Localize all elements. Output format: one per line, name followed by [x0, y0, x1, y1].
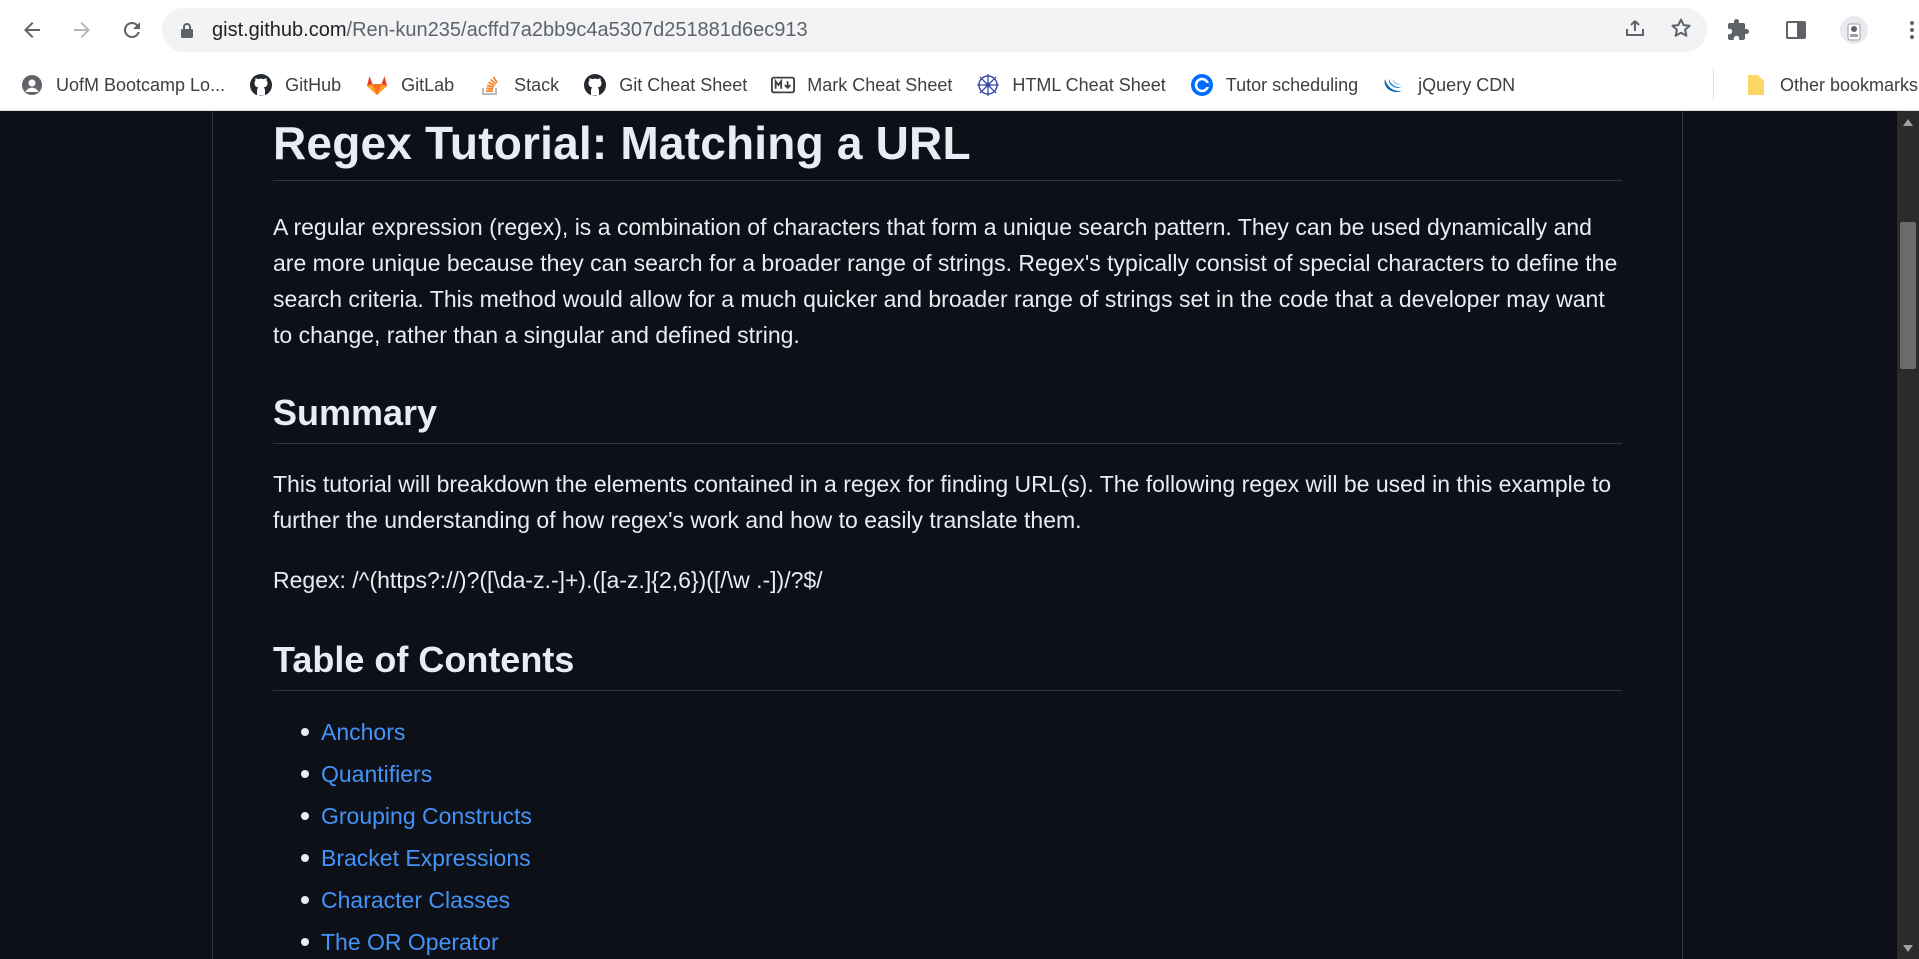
bookmark-label: jQuery CDN [1418, 74, 1516, 95]
toc-item: Character Classes [273, 885, 1622, 927]
avatar-icon [1840, 16, 1868, 44]
page-scrollbar[interactable] [1897, 111, 1919, 959]
address-bar[interactable]: gist.github.com/Ren-kun235/acffd7a2bb9c4… [162, 8, 1707, 52]
url-text[interactable]: gist.github.com/Ren-kun235/acffd7a2bb9c4… [212, 19, 808, 42]
bookmark-git-cheat-sheet[interactable]: Git Cheat Sheet [573, 67, 757, 103]
forward-button[interactable] [62, 10, 102, 50]
bookmark-mark-cheat-sheet[interactable]: Mark Cheat Sheet [761, 67, 962, 103]
back-button[interactable] [12, 10, 52, 50]
bookmark-label: GitLab [401, 74, 455, 95]
bookmark-github[interactable]: GitHub [239, 67, 351, 103]
toc-link-or-operator[interactable]: The OR Operator [321, 929, 499, 955]
toc-item: The OR Operator [273, 927, 1622, 959]
bookmark-star-icon[interactable] [1669, 16, 1693, 45]
side-panel-icon [1786, 21, 1806, 39]
stackoverflow-icon [478, 73, 502, 97]
bookmark-uofm-bootcamp[interactable]: UofM Bootcamp Lo... [10, 67, 235, 103]
summary-heading: Summary [273, 391, 1622, 444]
lock-icon [180, 22, 196, 38]
other-bookmarks-label: Other bookmarks [1780, 74, 1919, 95]
github-icon [583, 73, 607, 97]
calendly-icon [1190, 73, 1214, 97]
extensions-button[interactable] [1718, 10, 1758, 50]
bookmark-tutor-scheduling[interactable]: Tutor scheduling [1180, 67, 1368, 103]
folder-icon [1744, 73, 1768, 97]
browser-toolbar: gist.github.com/Ren-kun235/acffd7a2bb9c4… [0, 0, 1919, 60]
bookmark-label: Git Cheat Sheet [619, 74, 748, 95]
toc-item: Grouping Constructs [273, 801, 1622, 843]
toc-list: Anchors Quantifiers Grouping Constructs … [273, 717, 1622, 959]
toc-item: Anchors [273, 717, 1622, 759]
bookmark-label: GitHub [285, 74, 342, 95]
toc-link-grouping-constructs[interactable]: Grouping Constructs [321, 803, 532, 829]
page-viewport: Regex Tutorial: Matching a URL A regular… [0, 111, 1897, 959]
side-panel-button[interactable] [1776, 10, 1816, 50]
back-arrow-icon [24, 22, 40, 38]
bookmark-html-cheat-sheet[interactable]: HTML Cheat Sheet [966, 67, 1175, 103]
bookmark-jquery-cdn[interactable]: jQuery CDN [1372, 67, 1525, 103]
toc-link-bracket-expressions[interactable]: Bracket Expressions [321, 845, 531, 871]
markdown-icon [771, 73, 796, 97]
toc-link-quantifiers[interactable]: Quantifiers [321, 761, 432, 787]
scroll-down-arrow-icon[interactable] [1903, 945, 1913, 952]
other-bookmarks-folder[interactable]: Other bookmarks [1734, 67, 1919, 103]
toc-link-character-classes[interactable]: Character Classes [321, 887, 510, 913]
intro-paragraph: A regular expression (regex), is a combi… [273, 214, 1618, 348]
bookmark-label: Mark Cheat Sheet [807, 74, 953, 95]
kebab-menu-icon [1910, 21, 1914, 39]
scrollbar-thumb[interactable] [1900, 222, 1916, 369]
toc-item: Bracket Expressions [273, 843, 1622, 885]
jquery-icon [1382, 73, 1406, 97]
bookmarks-separator [1713, 69, 1714, 99]
gitlab-icon [365, 73, 389, 97]
reload-button[interactable] [112, 10, 152, 50]
chrome-menu-button[interactable] [1892, 10, 1919, 50]
toc-link-anchors[interactable]: Anchors [321, 719, 405, 745]
share-icon[interactable] [1623, 16, 1647, 45]
scroll-up-arrow-icon[interactable] [1903, 119, 1913, 126]
globe-icon [20, 73, 44, 97]
reload-icon [123, 21, 140, 38]
url-path: /Ren-kun235/acffd7a2bb9c4a5307d251881d6e… [346, 18, 808, 41]
bookmark-gitlab[interactable]: GitLab [355, 67, 464, 103]
toc-item: Quantifiers [273, 759, 1622, 801]
summary-paragraph: This tutorial will breakdown the element… [273, 471, 1612, 533]
forward-arrow-icon [74, 22, 90, 38]
bookmarks-bar: UofM Bootcamp Lo... GitHub GitLab Stack … [0, 60, 1919, 111]
bookmark-label: Tutor scheduling [1225, 74, 1359, 95]
gist-file-box: Regex Tutorial: Matching a URL A regular… [212, 111, 1683, 959]
compass-icon [976, 73, 1000, 97]
toc-heading: Table of Contents [273, 638, 1622, 691]
markdown-body: Regex Tutorial: Matching a URL A regular… [273, 111, 1622, 959]
profile-avatar[interactable] [1834, 10, 1874, 50]
url-domain: gist.github.com [212, 18, 347, 41]
bookmark-label: UofM Bootcamp Lo... [56, 74, 226, 95]
bookmark-label: HTML Cheat Sheet [1012, 74, 1166, 95]
page-title: Regex Tutorial: Matching a URL [273, 111, 1622, 181]
puzzle-icon [1728, 19, 1749, 40]
bookmark-stack[interactable]: Stack [468, 67, 569, 103]
regex-line: Regex: /^(https?://)?([\da-z.-]+).([a-z.… [273, 567, 823, 593]
bookmark-label: Stack [514, 74, 560, 95]
github-icon [249, 73, 273, 97]
